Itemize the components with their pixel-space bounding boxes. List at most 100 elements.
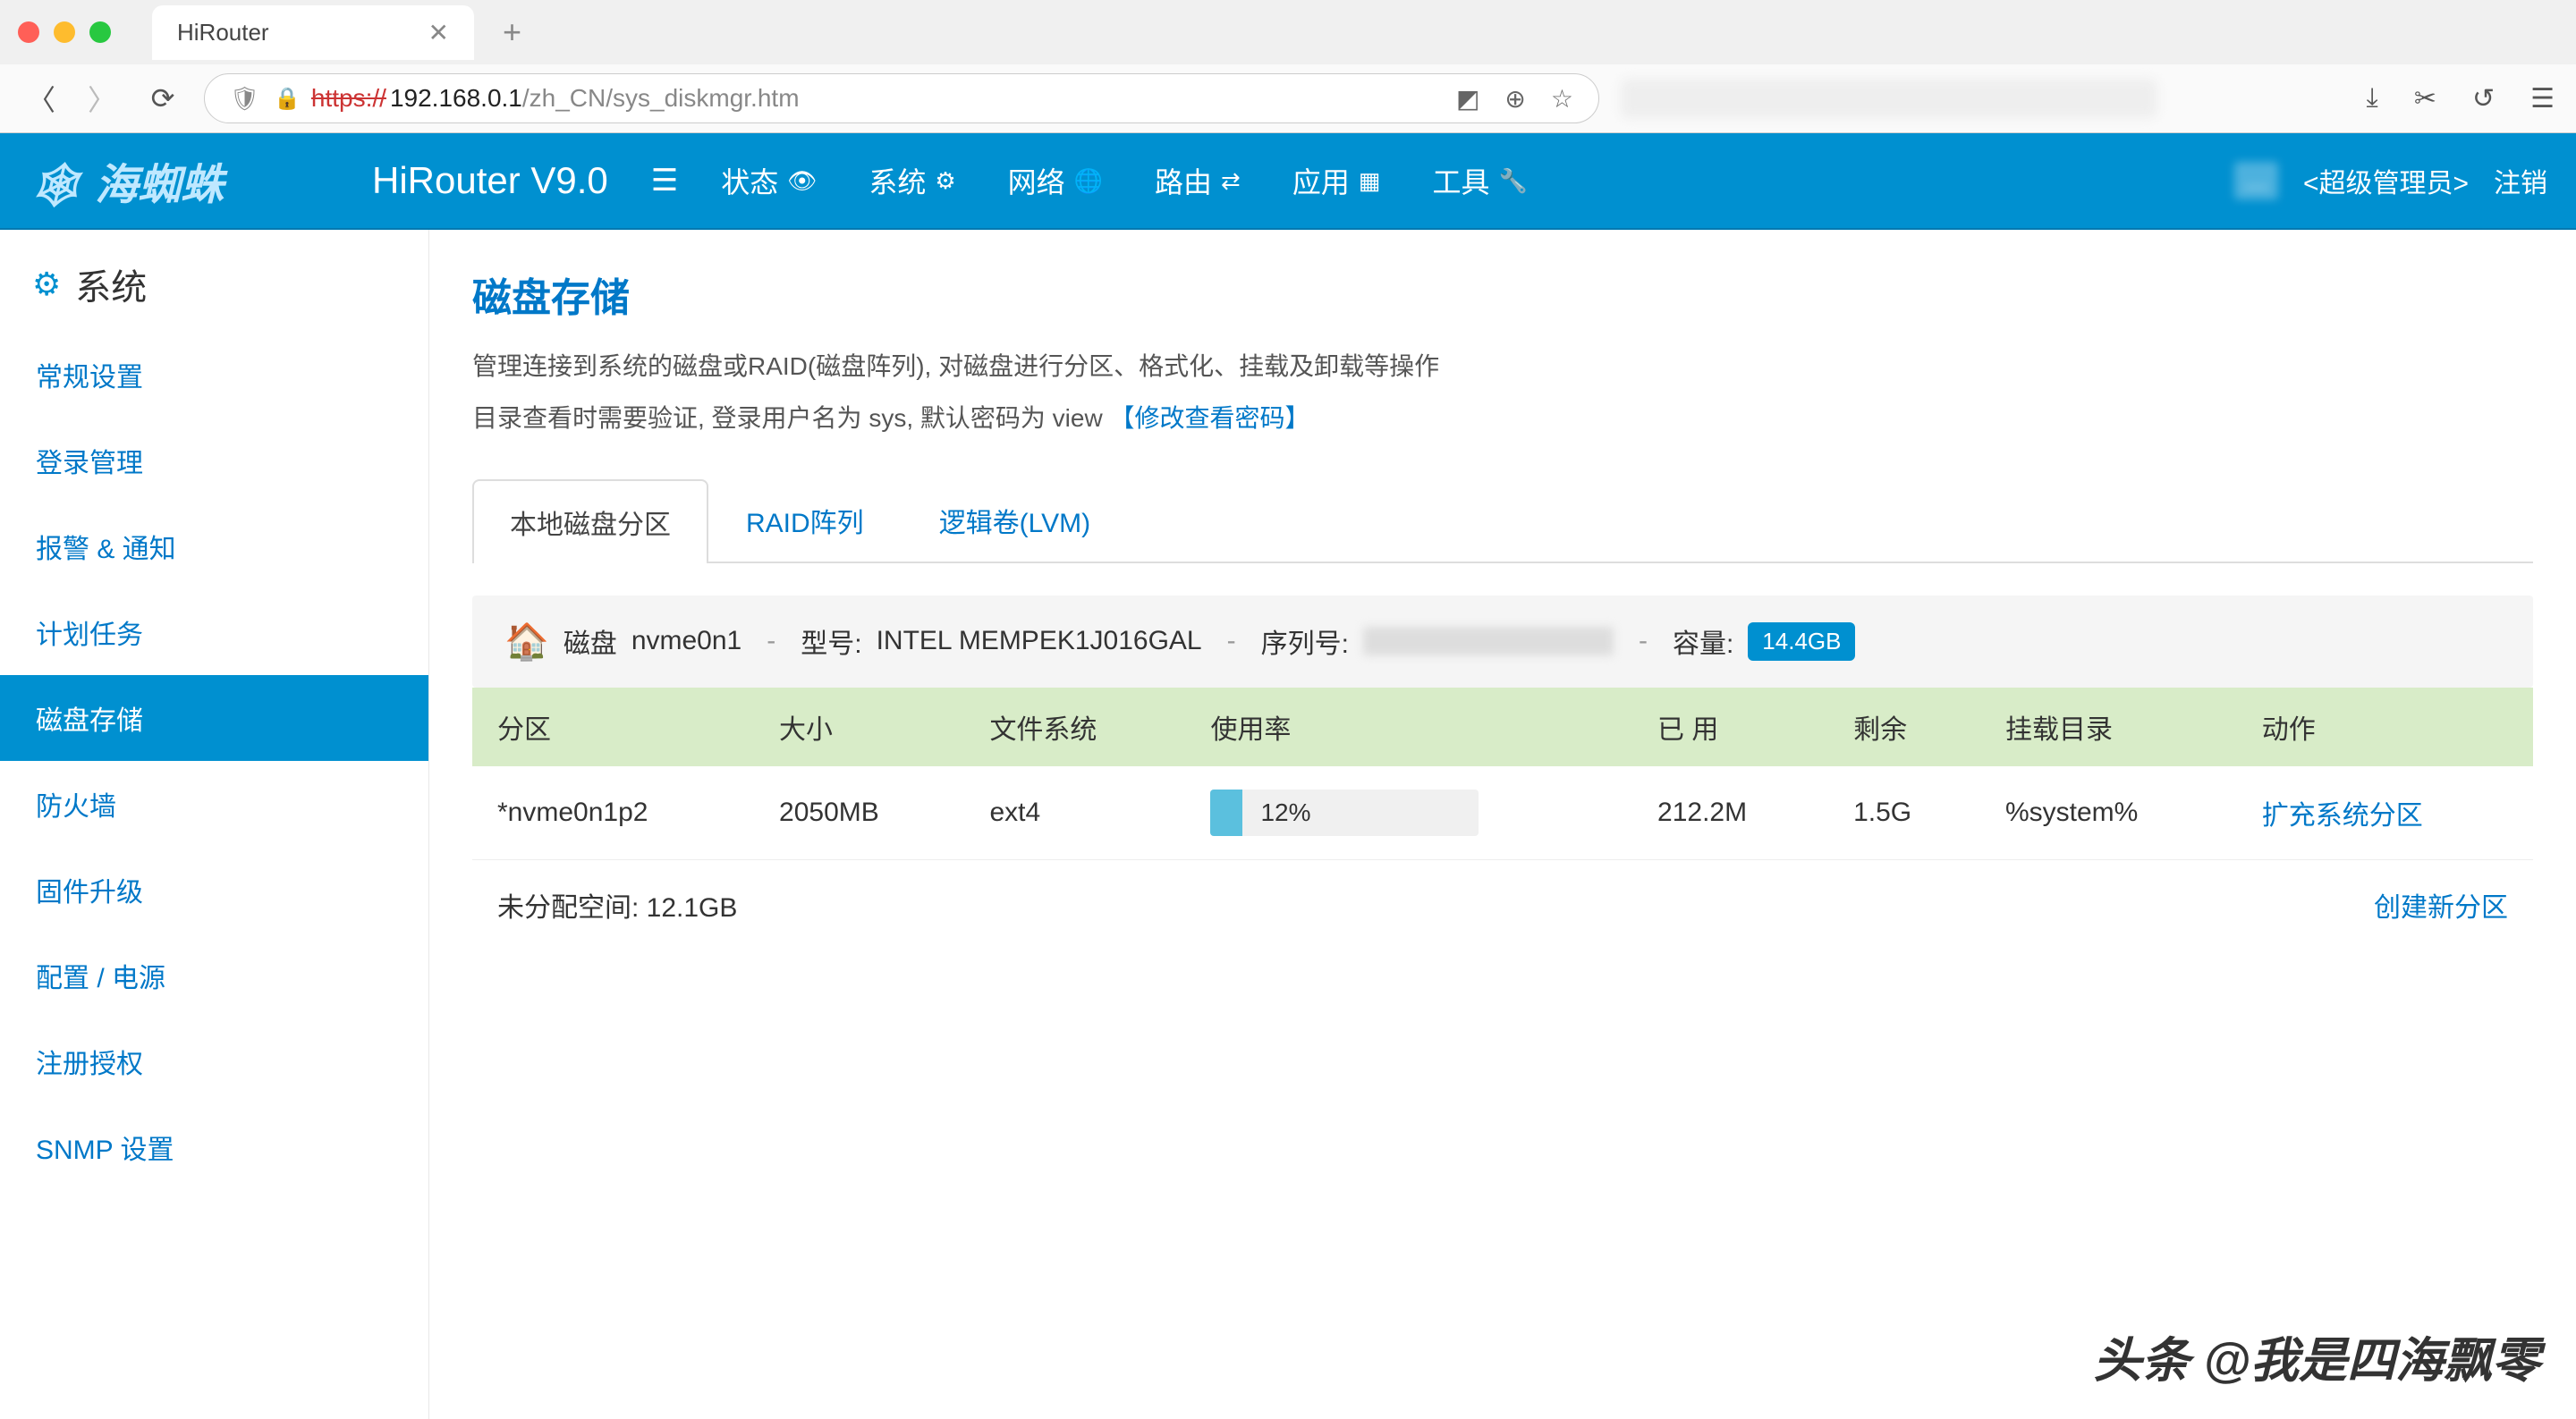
- cell-partition: *nvme0n1p2: [472, 766, 754, 860]
- sidebar-item-schedule[interactable]: 计划任务: [0, 589, 428, 675]
- eye-icon: 👁: [787, 167, 817, 195]
- product-name: HiRouter V9.0: [372, 159, 608, 202]
- user-role: <超级管理员>: [2303, 161, 2469, 200]
- sidebar-item-firewall[interactable]: 防火墙: [0, 761, 428, 847]
- grid-icon: ▦: [1359, 167, 1381, 195]
- sidebar-item-config[interactable]: 配置 / 电源: [0, 933, 428, 1018]
- nav-apps[interactable]: 应用▦: [1292, 160, 1381, 201]
- gear-icon: ⚙: [32, 266, 61, 303]
- browser-tab[interactable]: HiRouter ✕: [152, 5, 474, 60]
- tab-lvm[interactable]: 逻辑卷(LVM): [902, 477, 1128, 562]
- cell-fs: ext4: [964, 766, 1185, 860]
- sidebar-item-license[interactable]: 注册授权: [0, 1018, 428, 1104]
- download-icon[interactable]: ⤓: [2367, 83, 2378, 114]
- cell-mount: %system%: [1980, 766, 2237, 860]
- shield-icon: 🛡: [230, 85, 259, 113]
- watermark: 头条 @我是四海飘零: [2093, 1321, 2540, 1391]
- sidebar-item-firmware[interactable]: 固件升级: [0, 847, 428, 933]
- tab-title: HiRouter: [177, 19, 269, 46]
- sidebar: ⚙ 系统 常规设置 登录管理 报警 & 通知 计划任务 磁盘存储 防火墙 固件升…: [0, 230, 429, 1419]
- nav-system[interactable]: 系统⚙: [869, 160, 955, 201]
- capacity-label: 容量:: [1673, 621, 1733, 661]
- table-footer: 未分配空间: 12.1GB 创建新分区: [472, 860, 2533, 950]
- url-path: /zh_CN/sys_diskmgr.htm: [522, 84, 800, 113]
- sidebar-title: ⚙ 系统: [0, 230, 428, 332]
- capacity-badge: 14.4GB: [1748, 622, 1855, 661]
- app-body: ⚙ 系统 常规设置 登录管理 报警 & 通知 计划任务 磁盘存储 防火墙 固件升…: [0, 230, 2576, 1419]
- close-tab-icon[interactable]: ✕: [428, 18, 449, 47]
- col-used: 已 用: [1632, 688, 1828, 766]
- sidebar-item-snmp[interactable]: SNMP 设置: [0, 1104, 428, 1190]
- browser-toolbar: 〈 〉 ⟳ 🛡 🔒 https:// 192.168.0.1 /zh_CN/sy…: [0, 64, 2576, 132]
- usage-bar: 12%: [1210, 790, 1479, 836]
- col-partition: 分区: [472, 688, 754, 766]
- tab-raid[interactable]: RAID阵列: [708, 477, 902, 562]
- page-desc-1: 管理连接到系统的磁盘或RAID(磁盘阵列), 对磁盘进行分区、格式化、挂载及卸载…: [472, 344, 2533, 389]
- cell-usage: 12%: [1185, 766, 1632, 860]
- nav-route[interactable]: 路由⇄: [1155, 160, 1241, 201]
- url-host: 192.168.0.1: [390, 84, 522, 113]
- disk-label: 磁盘: [564, 621, 617, 661]
- browser-chrome: HiRouter ✕ + 〈 〉 ⟳ 🛡 🔒 https:// 192.168.…: [0, 0, 2576, 133]
- back-button[interactable]: 〈: [21, 79, 61, 118]
- brand-logo: 🕸 海蜘蛛: [29, 154, 351, 207]
- scissors-icon[interactable]: ✂: [2414, 83, 2436, 114]
- change-password-link[interactable]: 【修改查看密码】: [1109, 404, 1309, 432]
- window-controls: [18, 21, 111, 43]
- menu-icon[interactable]: ☰: [2530, 83, 2555, 114]
- app-header: 🕸 海蜘蛛 HiRouter V9.0 ☰ 状态👁 系统⚙ 网络🌐 路由⇄ 应用…: [0, 133, 2576, 230]
- address-bar[interactable]: 🛡 🔒 https:// 192.168.0.1 /zh_CN/sys_disk…: [204, 73, 1599, 123]
- extensions-blurred: [1621, 79, 2157, 118]
- close-window-icon[interactable]: [18, 21, 39, 43]
- sidebar-item-general[interactable]: 常规设置: [0, 332, 428, 418]
- forward-button[interactable]: 〉: [82, 79, 122, 118]
- wrench-icon: 🔧: [1498, 167, 1527, 195]
- unallocated-space: 未分配空间: 12.1GB: [497, 885, 737, 925]
- model-label: 型号:: [801, 621, 861, 661]
- col-action: 动作: [2237, 688, 2533, 766]
- disk-name: nvme0n1: [631, 626, 741, 656]
- sidebar-item-disk[interactable]: 磁盘存储: [0, 675, 428, 761]
- gear-icon: ⚙: [935, 167, 955, 195]
- serial-label: 序列号:: [1261, 621, 1349, 661]
- maximize-window-icon[interactable]: [89, 21, 111, 43]
- top-nav: 状态👁 系统⚙ 网络🌐 路由⇄ 应用▦ 工具🔧: [721, 160, 1528, 201]
- translate-icon[interactable]: ◩: [1456, 84, 1479, 114]
- shuffle-icon: ⇄: [1221, 167, 1241, 195]
- serial-blurred: [1363, 627, 1614, 655]
- minimize-window-icon[interactable]: [54, 21, 75, 43]
- globe-icon: 🌐: [1074, 167, 1103, 195]
- new-tab-button[interactable]: +: [488, 13, 536, 51]
- bookmark-icon[interactable]: ☆: [1551, 84, 1573, 114]
- sidebar-item-login[interactable]: 登录管理: [0, 418, 428, 503]
- col-free: 剩余: [1828, 688, 1980, 766]
- create-partition-link[interactable]: 创建新分区: [2374, 885, 2508, 925]
- sidebar-item-alert[interactable]: 报警 & 通知: [0, 503, 428, 589]
- usage-text: 12%: [1260, 798, 1310, 827]
- col-fs: 文件系统: [964, 688, 1185, 766]
- cell-free: 1.5G: [1828, 766, 1980, 860]
- col-mount: 挂载目录: [1980, 688, 2237, 766]
- cell-size: 2050MB: [754, 766, 964, 860]
- home-icon: 🏠: [504, 621, 549, 663]
- partition-table: 分区 大小 文件系统 使用率 已 用 剩余 挂载目录 动作 *nvme0n1p2…: [472, 688, 2533, 860]
- nav-network[interactable]: 网络🌐: [1008, 160, 1103, 201]
- page-desc-2: 目录查看时需要验证, 登录用户名为 sys, 默认密码为 view 【修改查看密…: [472, 396, 2533, 441]
- insecure-lock-icon: 🔒: [274, 86, 301, 112]
- page-title: 磁盘存储: [472, 266, 2533, 323]
- url-scheme: https://: [311, 84, 386, 113]
- tab-bar: HiRouter ✕ +: [0, 0, 2576, 64]
- reload-button[interactable]: ⟳: [143, 79, 182, 118]
- nav-tools[interactable]: 工具🔧: [1432, 160, 1527, 201]
- col-usage: 使用率: [1185, 688, 1632, 766]
- nav-toggle-icon[interactable]: ☰: [651, 163, 678, 198]
- logout-link[interactable]: 注销: [2494, 161, 2547, 200]
- nav-status[interactable]: 状态👁: [721, 160, 817, 201]
- history-icon[interactable]: ↺: [2472, 83, 2495, 114]
- expand-partition-link[interactable]: 扩充系统分区: [2262, 801, 2423, 831]
- disk-tabs: 本地磁盘分区 RAID阵列 逻辑卷(LVM): [472, 477, 2533, 563]
- zoom-icon[interactable]: ⊕: [1504, 84, 1525, 114]
- cell-used: 212.2M: [1632, 766, 1828, 860]
- username-blurred: ...: [2234, 162, 2278, 199]
- tab-local-partition[interactable]: 本地磁盘分区: [472, 479, 708, 563]
